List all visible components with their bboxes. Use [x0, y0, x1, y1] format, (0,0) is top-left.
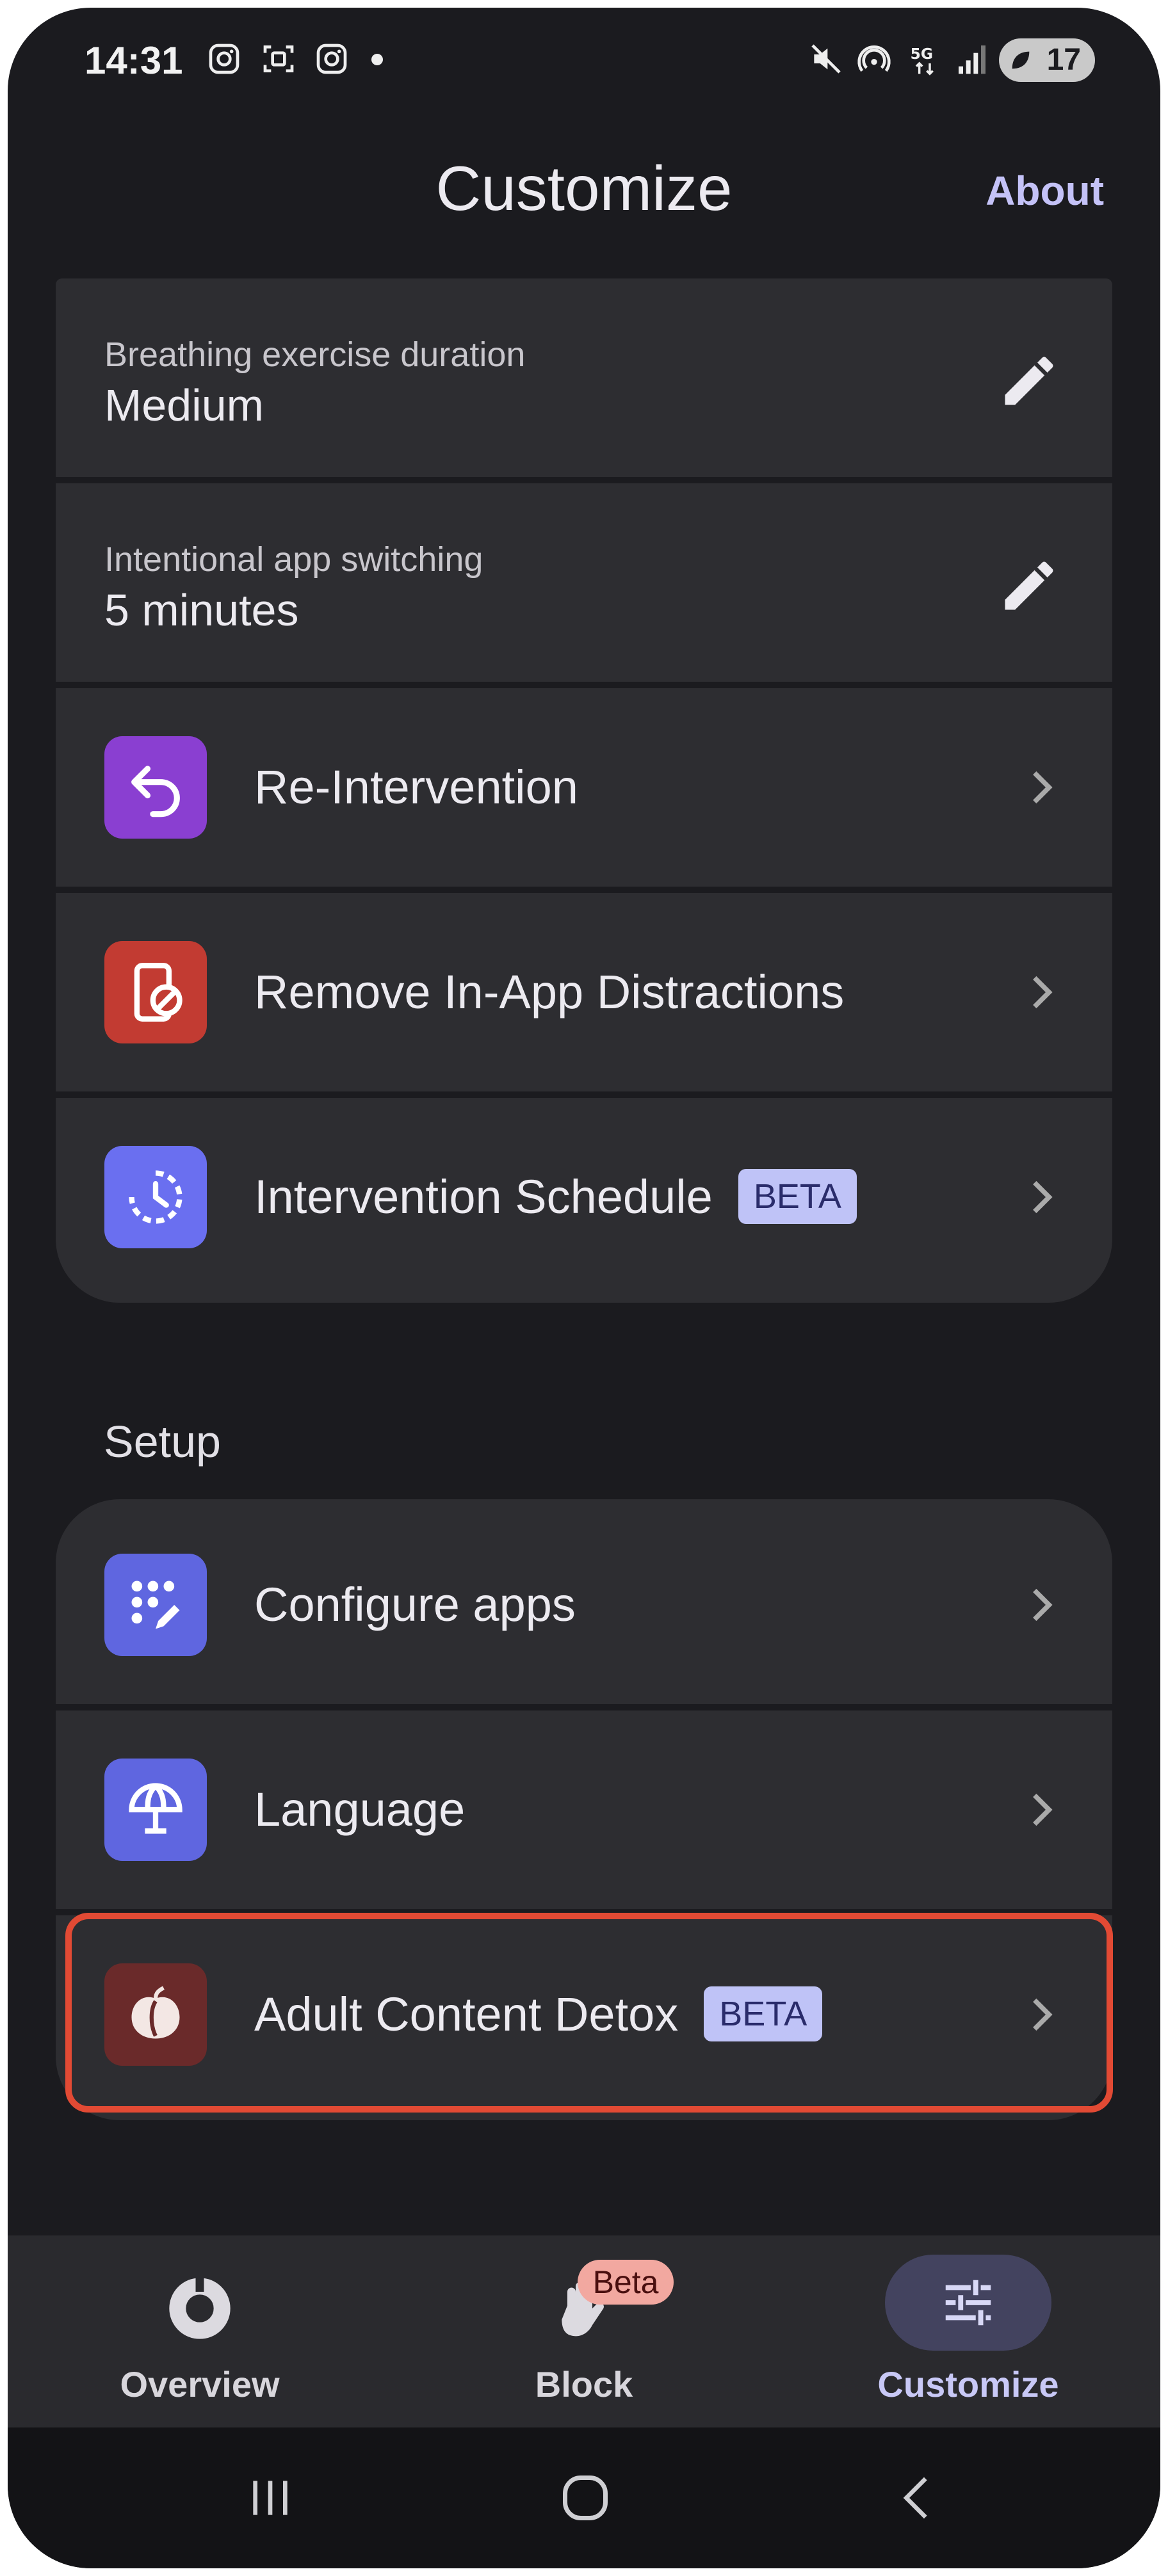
signal-icon [959, 45, 986, 74]
app-switching-row[interactable]: Intentional app switching 5 minutes [56, 483, 1112, 682]
instagram-icon [316, 44, 347, 74]
edit-pencil-icon[interactable] [997, 554, 1061, 618]
remove-distractions-row[interactable]: Remove In-App Distractions [56, 893, 1112, 1091]
language-icon-tile [104, 1759, 207, 1861]
phone-blocked-icon [134, 963, 182, 1022]
notification-dot [371, 54, 383, 65]
chevron-right-icon [1033, 976, 1053, 1009]
block-beta-badge: Beta [578, 2260, 674, 2305]
nav-block[interactable]: Beta Block [392, 2235, 776, 2427]
about-link[interactable]: About [986, 165, 1104, 216]
globe-icon [129, 1783, 182, 1834]
chevron-right-icon [1033, 771, 1053, 804]
bottom-navigation: Overview Beta Block Customize [8, 2235, 1160, 2427]
highlight-box [65, 1913, 1113, 2113]
leaf-icon [1012, 51, 1030, 69]
app-switching-value: 5 minutes [104, 585, 299, 635]
reintervention-label: Re-Intervention [254, 761, 578, 814]
breathing-duration-value: Medium [104, 380, 264, 430]
tune-sliders-icon [945, 2280, 991, 2326]
apps-edit-icon [131, 1581, 180, 1629]
hotspot-icon [857, 45, 891, 72]
configure-apps-row[interactable]: Configure apps [56, 1499, 1112, 1704]
intervention-schedule-label: Intervention Schedule [254, 1170, 713, 1223]
nav-block-label: Block [535, 2364, 633, 2404]
beta-badge: BETA [738, 1169, 857, 1225]
language-label: Language [254, 1783, 466, 1836]
chevron-right-icon [1033, 1588, 1053, 1622]
app-switching-label: Intentional app switching [104, 540, 483, 579]
chevron-right-icon [1033, 1180, 1053, 1214]
battery-indicator: 17 [999, 38, 1095, 82]
recent-apps-icon[interactable] [245, 2472, 296, 2524]
schedule-clock-icon [129, 1170, 182, 1224]
home-icon[interactable] [558, 2471, 612, 2525]
svg-text:5G: 5G [911, 45, 933, 63]
intervention-schedule-label-wrap: Intervention Schedule BETA [254, 1168, 857, 1228]
nav-overview-label: Overview [120, 2364, 280, 2404]
5g-icon: 5G [911, 45, 934, 76]
reintervention-icon-tile [104, 736, 207, 839]
overview-ring-icon [169, 2275, 231, 2339]
intervention-schedule-row[interactable]: Intervention Schedule BETA [56, 1098, 1112, 1303]
mute-icon [811, 44, 841, 74]
instagram-icon [209, 44, 239, 74]
battery-level: 17 [1046, 43, 1081, 77]
nav-overview[interactable]: Overview [8, 2235, 392, 2427]
configure-apps-icon-tile [104, 1554, 207, 1656]
reintervention-row[interactable]: Re-Intervention [56, 688, 1112, 887]
undo-arrow-icon [131, 766, 180, 817]
breathing-duration-label: Breathing exercise duration [104, 335, 526, 374]
nav-customize[interactable]: Customize [776, 2235, 1160, 2427]
back-icon[interactable] [891, 2472, 943, 2524]
distractions-icon-tile [104, 941, 207, 1043]
system-navigation-bar [8, 2427, 1160, 2568]
configure-apps-label: Configure apps [254, 1578, 576, 1631]
status-bar: 14:31 5G 17 [8, 8, 1160, 104]
schedule-icon-tile [104, 1146, 207, 1248]
remove-distractions-label: Remove In-App Distractions [254, 965, 845, 1018]
setup-section-title: Setup [104, 1417, 221, 1467]
status-time: 14:31 [85, 39, 183, 82]
screenshot-icon [263, 45, 294, 72]
breathing-duration-row[interactable]: Breathing exercise duration Medium [56, 278, 1112, 477]
chevron-right-icon [1033, 1793, 1053, 1826]
phone-screen: 14:31 5G 17 Customize About Breathing ex… [8, 8, 1160, 2568]
edit-pencil-icon[interactable] [997, 349, 1061, 413]
language-row[interactable]: Language [56, 1711, 1112, 1909]
nav-customize-label: Customize [877, 2364, 1059, 2404]
